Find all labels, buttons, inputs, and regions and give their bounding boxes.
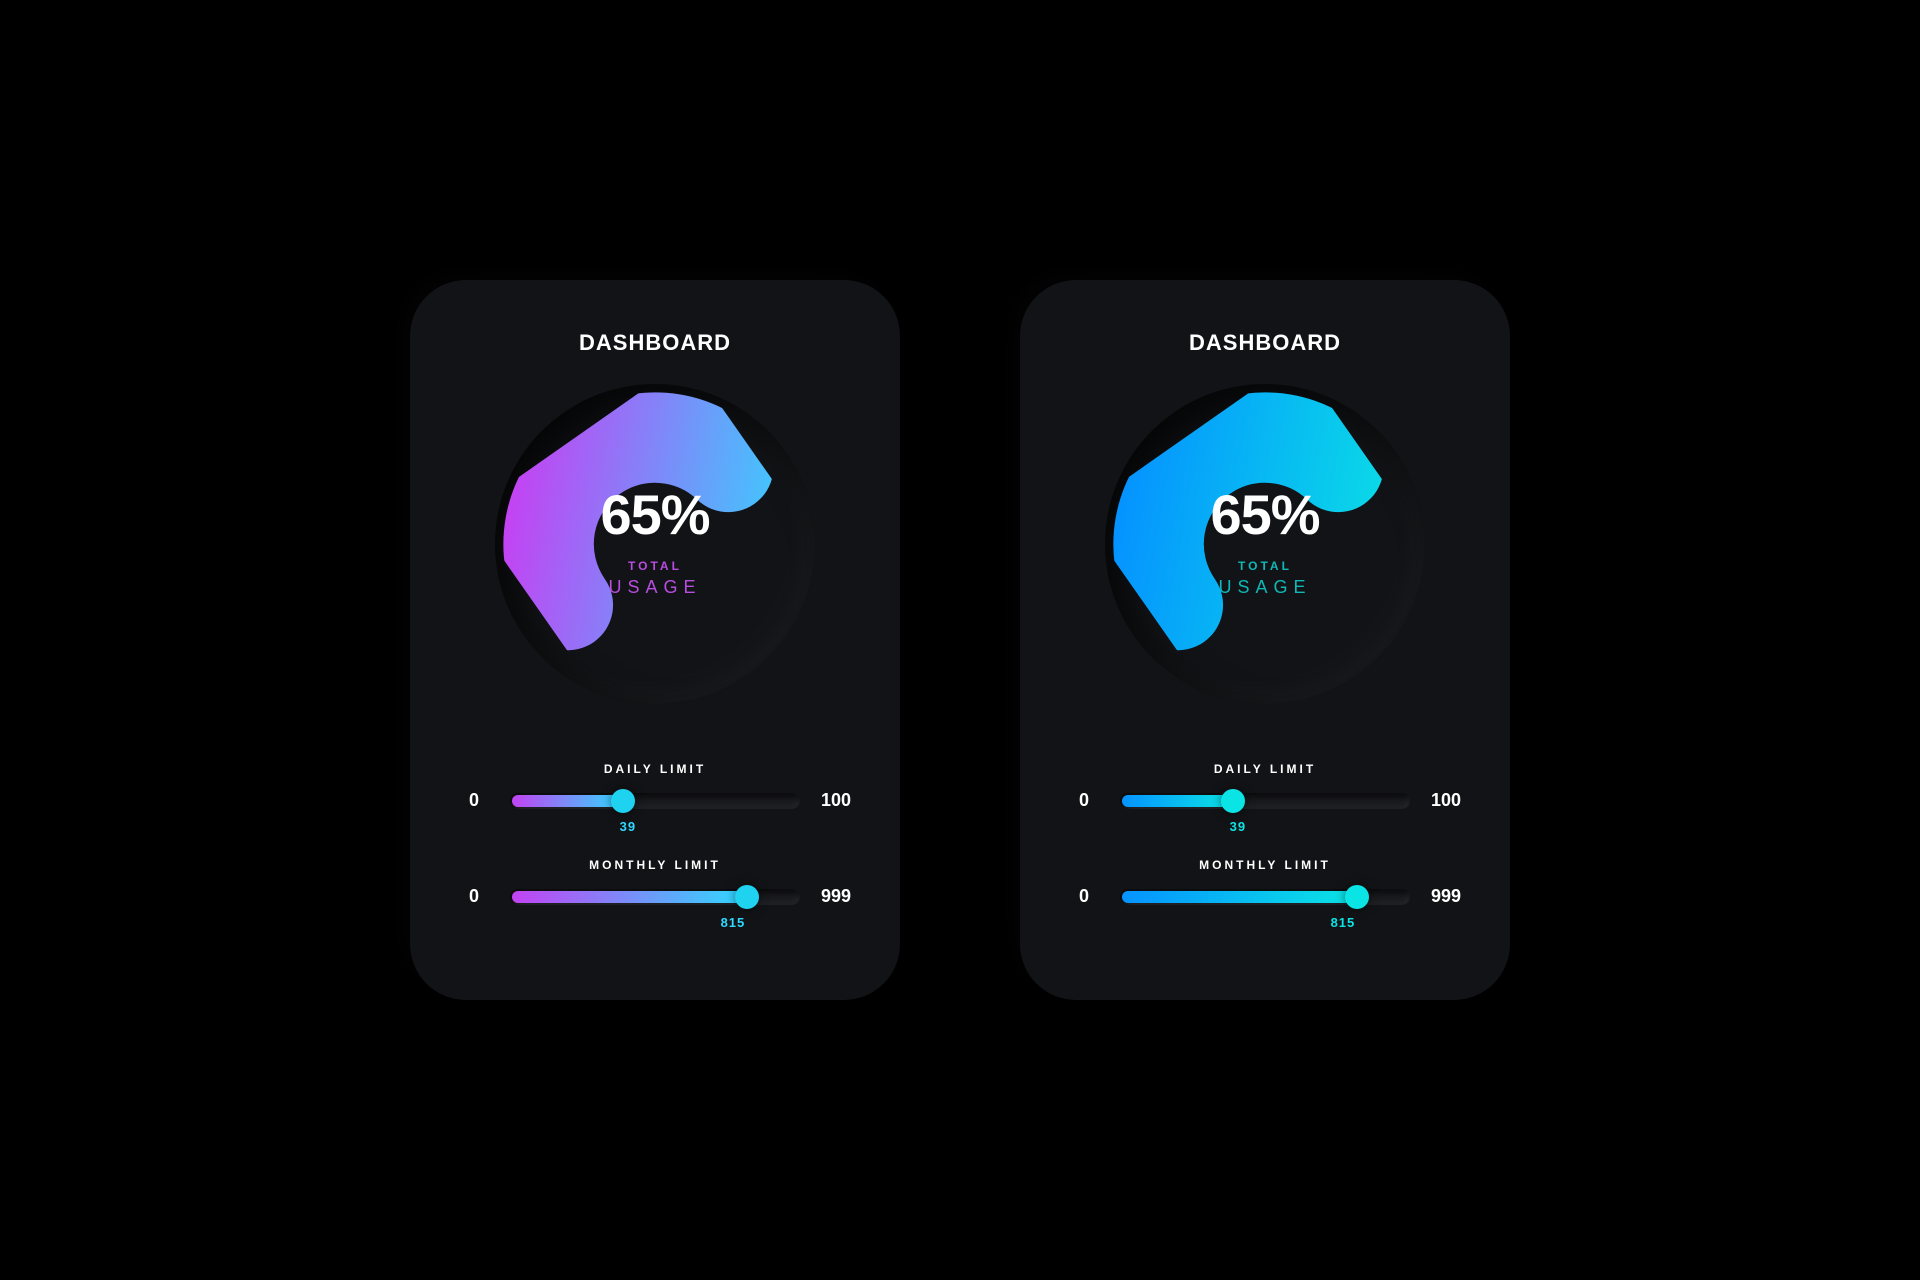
slider-label: DAILY LIMIT (1066, 762, 1464, 776)
gauge-percent: 65% (1210, 482, 1319, 547)
slider-max: 100 (818, 790, 854, 811)
gauge-subtitle-1: TOTAL (600, 559, 709, 573)
slider-thumb-icon[interactable] (735, 885, 759, 909)
gauge-subtitle-1: TOTAL (1210, 559, 1319, 573)
slider-value: 39 (1039, 819, 1437, 834)
slider-daily-limit: DAILY LIMIT 0 100 39 (456, 762, 854, 834)
dashboard-card-cyan: DASHBOARD 65% TOTAL USAGE DAILY LIMIT 0 (1020, 280, 1510, 1000)
slider-max: 100 (1428, 790, 1464, 811)
slider-monthly-limit: MONTHLY LIMIT 0 999 815 (456, 858, 854, 930)
slider-thumb-icon[interactable] (1345, 885, 1369, 909)
slider-track[interactable] (510, 889, 800, 905)
slider-max: 999 (818, 886, 854, 907)
slider-label: DAILY LIMIT (456, 762, 854, 776)
slider-value: 815 (534, 915, 932, 930)
card-title: DASHBOARD (1189, 330, 1341, 356)
slider-value: 815 (1144, 915, 1542, 930)
gauge-percent: 65% (600, 482, 709, 547)
gauge-subtitle-2: USAGE (600, 577, 709, 598)
slider-label: MONTHLY LIMIT (456, 858, 854, 872)
gauge-subtitle-2: USAGE (1210, 577, 1319, 598)
slider-min: 0 (1066, 790, 1102, 811)
dashboard-card-gradient: DASHBOARD 65% TOTAL USAGE DAILY LIMIT 0 (410, 280, 900, 1000)
usage-gauge: 65% TOTAL USAGE (495, 384, 815, 704)
slider-max: 999 (1428, 886, 1464, 907)
card-title: DASHBOARD (579, 330, 731, 356)
slider-min: 0 (456, 790, 492, 811)
slider-track[interactable] (1120, 793, 1410, 809)
slider-thumb-icon[interactable] (611, 789, 635, 813)
slider-min: 0 (1066, 886, 1102, 907)
slider-min: 0 (456, 886, 492, 907)
slider-monthly-limit: MONTHLY LIMIT 0 999 815 (1066, 858, 1464, 930)
slider-daily-limit: DAILY LIMIT 0 100 39 (1066, 762, 1464, 834)
slider-value: 39 (429, 819, 827, 834)
usage-gauge: 65% TOTAL USAGE (1105, 384, 1425, 704)
slider-thumb-icon[interactable] (1221, 789, 1245, 813)
slider-track[interactable] (1120, 889, 1410, 905)
slider-track[interactable] (510, 793, 800, 809)
slider-label: MONTHLY LIMIT (1066, 858, 1464, 872)
